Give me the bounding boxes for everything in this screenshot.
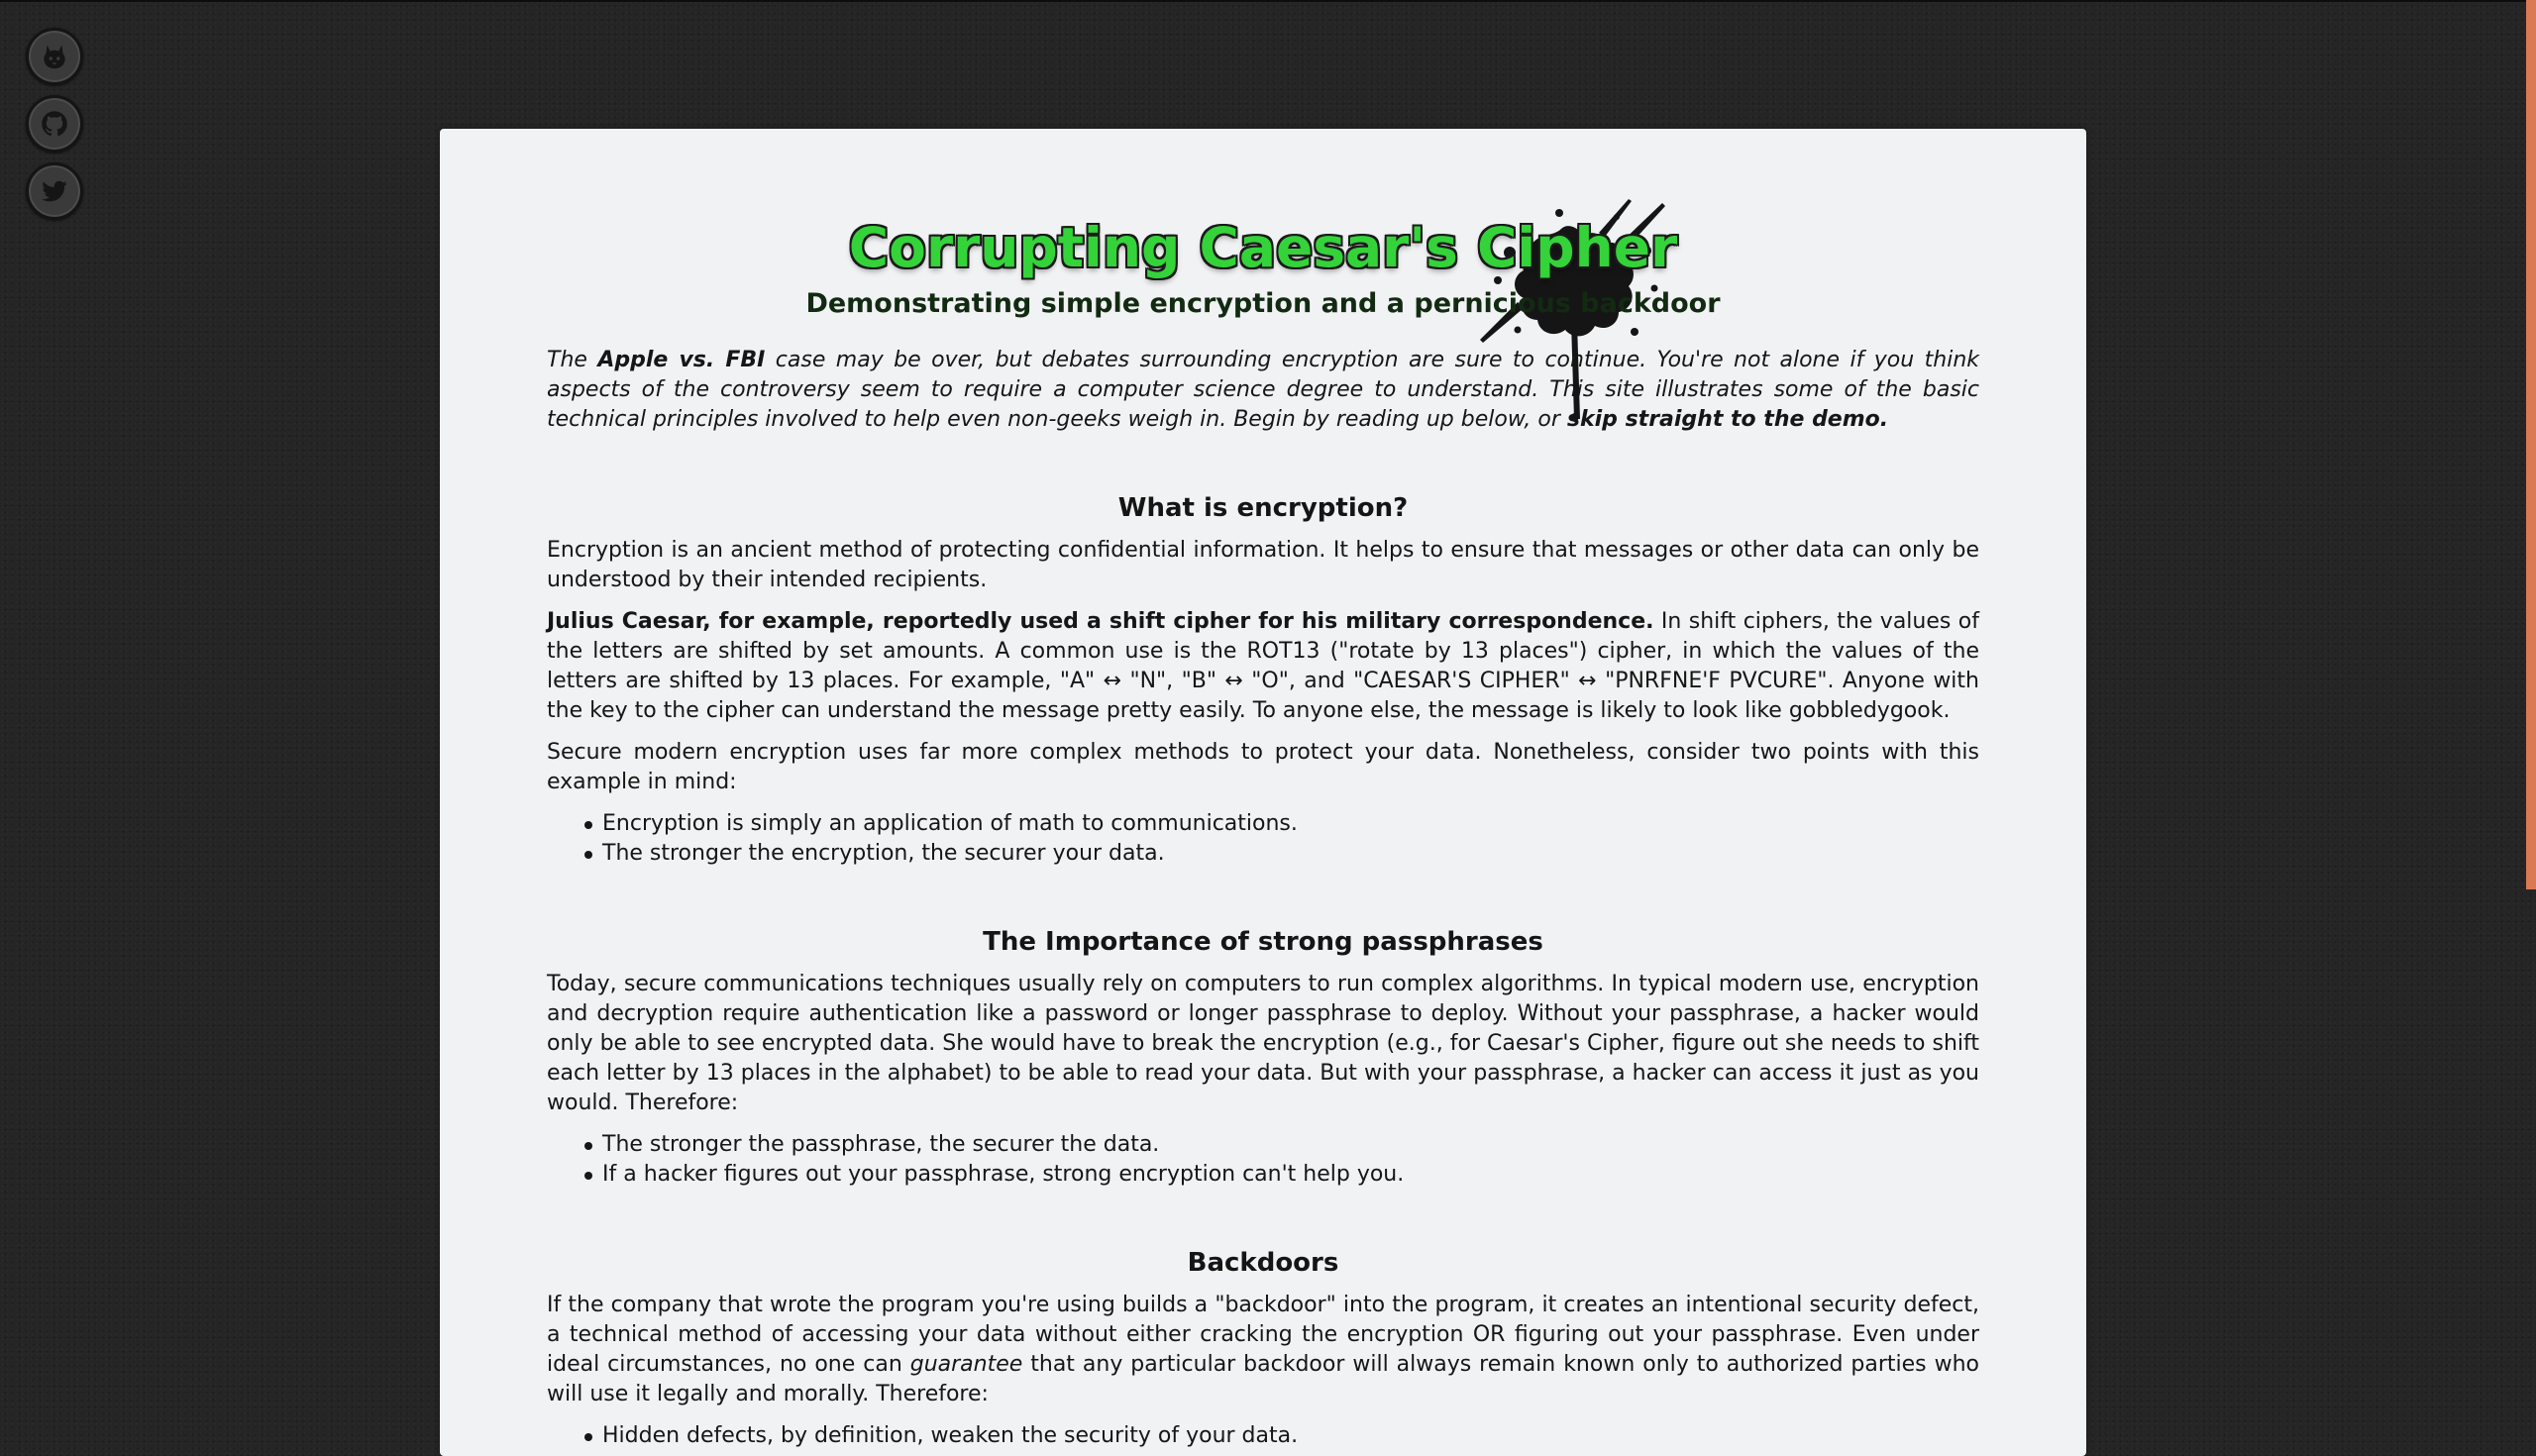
passphrases-bullet-list: The stronger the passphrase, the securer… (547, 1130, 1979, 1190)
cat-link-button[interactable] (26, 28, 83, 85)
scroll-accent-bar (2526, 0, 2536, 889)
list-item: If a hacker figures out your passphrase,… (582, 1160, 1979, 1190)
encryption-bullet-list: Encryption is simply an application of m… (547, 809, 1979, 869)
heading-strong-passphrases: The Importance of strong passphrases (983, 927, 1543, 957)
skip-to-demo-link[interactable]: skip straight to the demo. (1567, 407, 1888, 432)
encryption-paragraph-1: Encryption is an ancient method of prote… (547, 538, 1979, 592)
twitter-icon (42, 180, 67, 202)
intro-paragraph: The Apple vs. FBI case may be over, but … (547, 346, 1979, 435)
heading-what-is-encryption: What is encryption? (1117, 493, 1409, 523)
heading-backdoors: Backdoors (1187, 1248, 1339, 1278)
article-content: Corrupting Caesar's Cipher Demonstrating… (547, 129, 1979, 1451)
intro-text-1: The (547, 348, 598, 372)
github-icon (42, 111, 67, 137)
list-item: Encryption is simply an application of m… (582, 809, 1979, 839)
encryption-paragraph-3: Secure modern encryption uses far more c… (547, 740, 1979, 794)
page-title: Corrupting Caesar's Cipher (848, 216, 1678, 279)
intro-bold-case: Apple vs. FBI (597, 348, 766, 372)
passphrases-paragraph-1: Today, secure communications techniques … (547, 972, 1979, 1115)
social-links (26, 28, 83, 220)
list-item: The stronger the encryption, the securer… (582, 839, 1979, 869)
page-subtitle: Demonstrating simple encryption and a pe… (805, 288, 1721, 319)
twitter-link-button[interactable] (26, 162, 83, 220)
cat-icon (44, 45, 65, 69)
backdoors-paragraph-1: If the company that wrote the program yo… (547, 1291, 1979, 1409)
guarantee-emphasis: guarantee (909, 1352, 1023, 1377)
encryption-paragraph-2: Julius Caesar, for example, reportedly u… (547, 607, 1979, 726)
list-item: The stronger the passphrase, the securer… (582, 1130, 1979, 1160)
caesar-bold-sentence: Julius Caesar, for example, reportedly u… (547, 609, 1654, 634)
top-border (0, 0, 2536, 2)
article-card: Corrupting Caesar's Cipher Demonstrating… (440, 129, 2086, 1456)
github-link-button[interactable] (26, 95, 83, 153)
